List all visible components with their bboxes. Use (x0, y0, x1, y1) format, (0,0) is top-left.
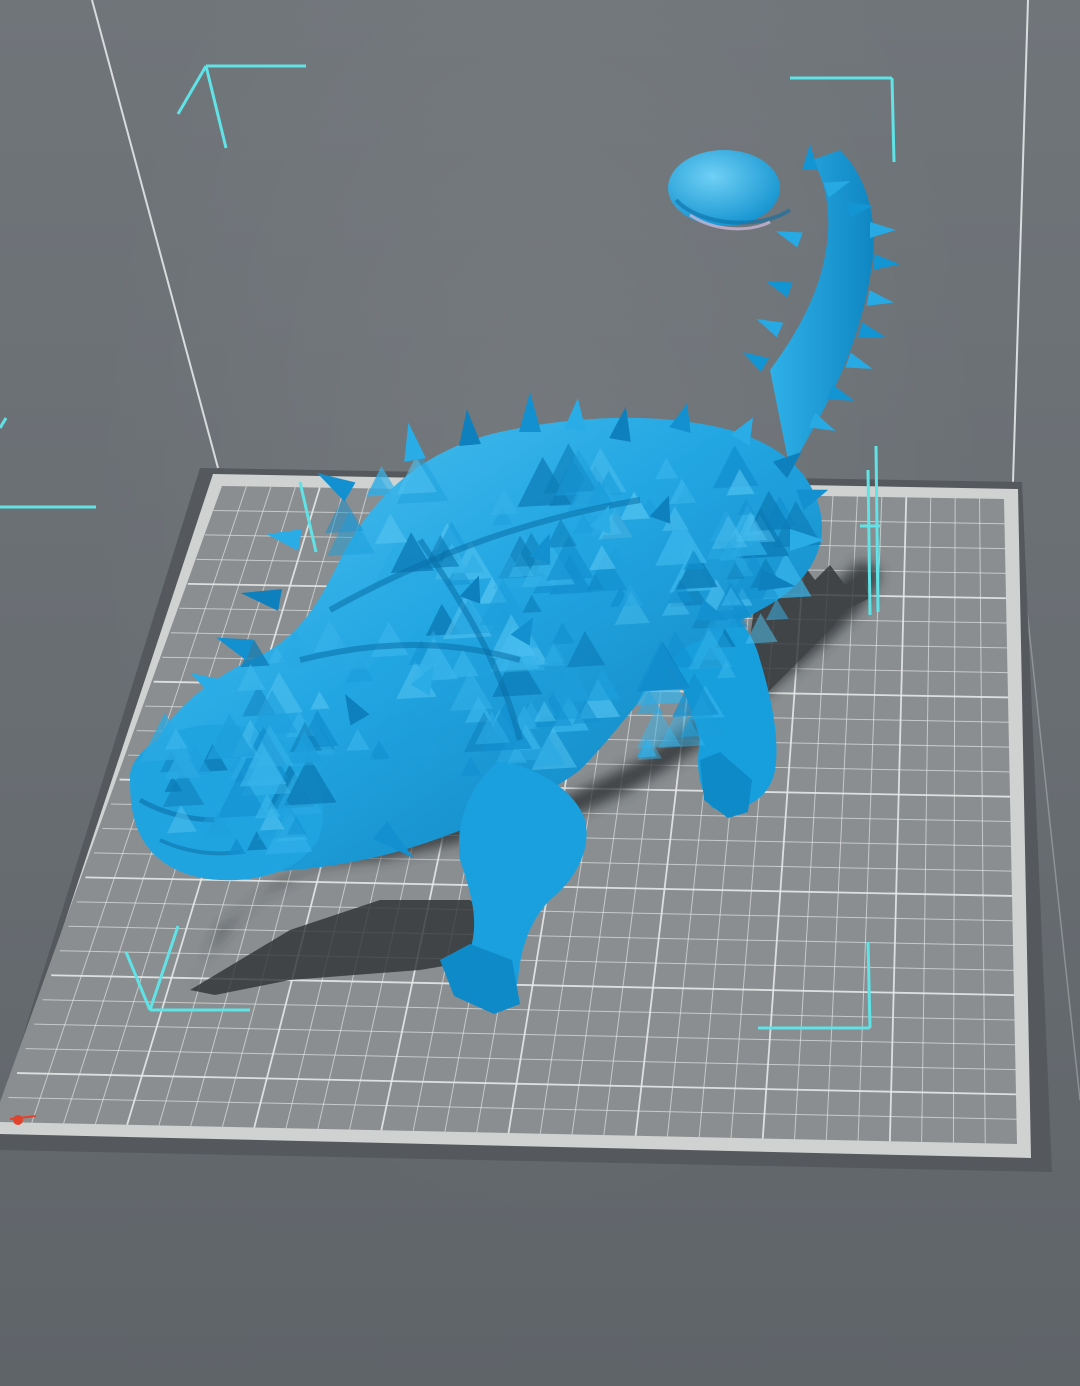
build-volume-right-edge (1012, 0, 1029, 483)
tail-spike (873, 254, 900, 270)
tail-spike (870, 222, 896, 238)
tail-spike (765, 281, 793, 298)
back-spike (459, 409, 481, 446)
tail-spike (775, 231, 803, 248)
tail-spike (857, 322, 886, 338)
tail-spike (802, 144, 818, 170)
corner-bracket-left-edge-icon (0, 417, 96, 509)
tail-spike (742, 352, 769, 372)
model-tail-club (668, 150, 780, 226)
tail-spike (845, 352, 873, 369)
back-spike (564, 398, 586, 431)
corner-bracket-top-right-icon (790, 76, 896, 163)
tail-spike (756, 319, 784, 338)
back-spike (404, 422, 426, 462)
back-spike (519, 392, 541, 432)
tail-spike (866, 290, 894, 306)
corner-bracket-top-left-icon (176, 64, 306, 149)
scene-canvas[interactable] (0, 0, 1080, 1386)
build-volume-left-edge (91, 0, 219, 469)
3d-viewport[interactable] (0, 0, 1080, 1386)
